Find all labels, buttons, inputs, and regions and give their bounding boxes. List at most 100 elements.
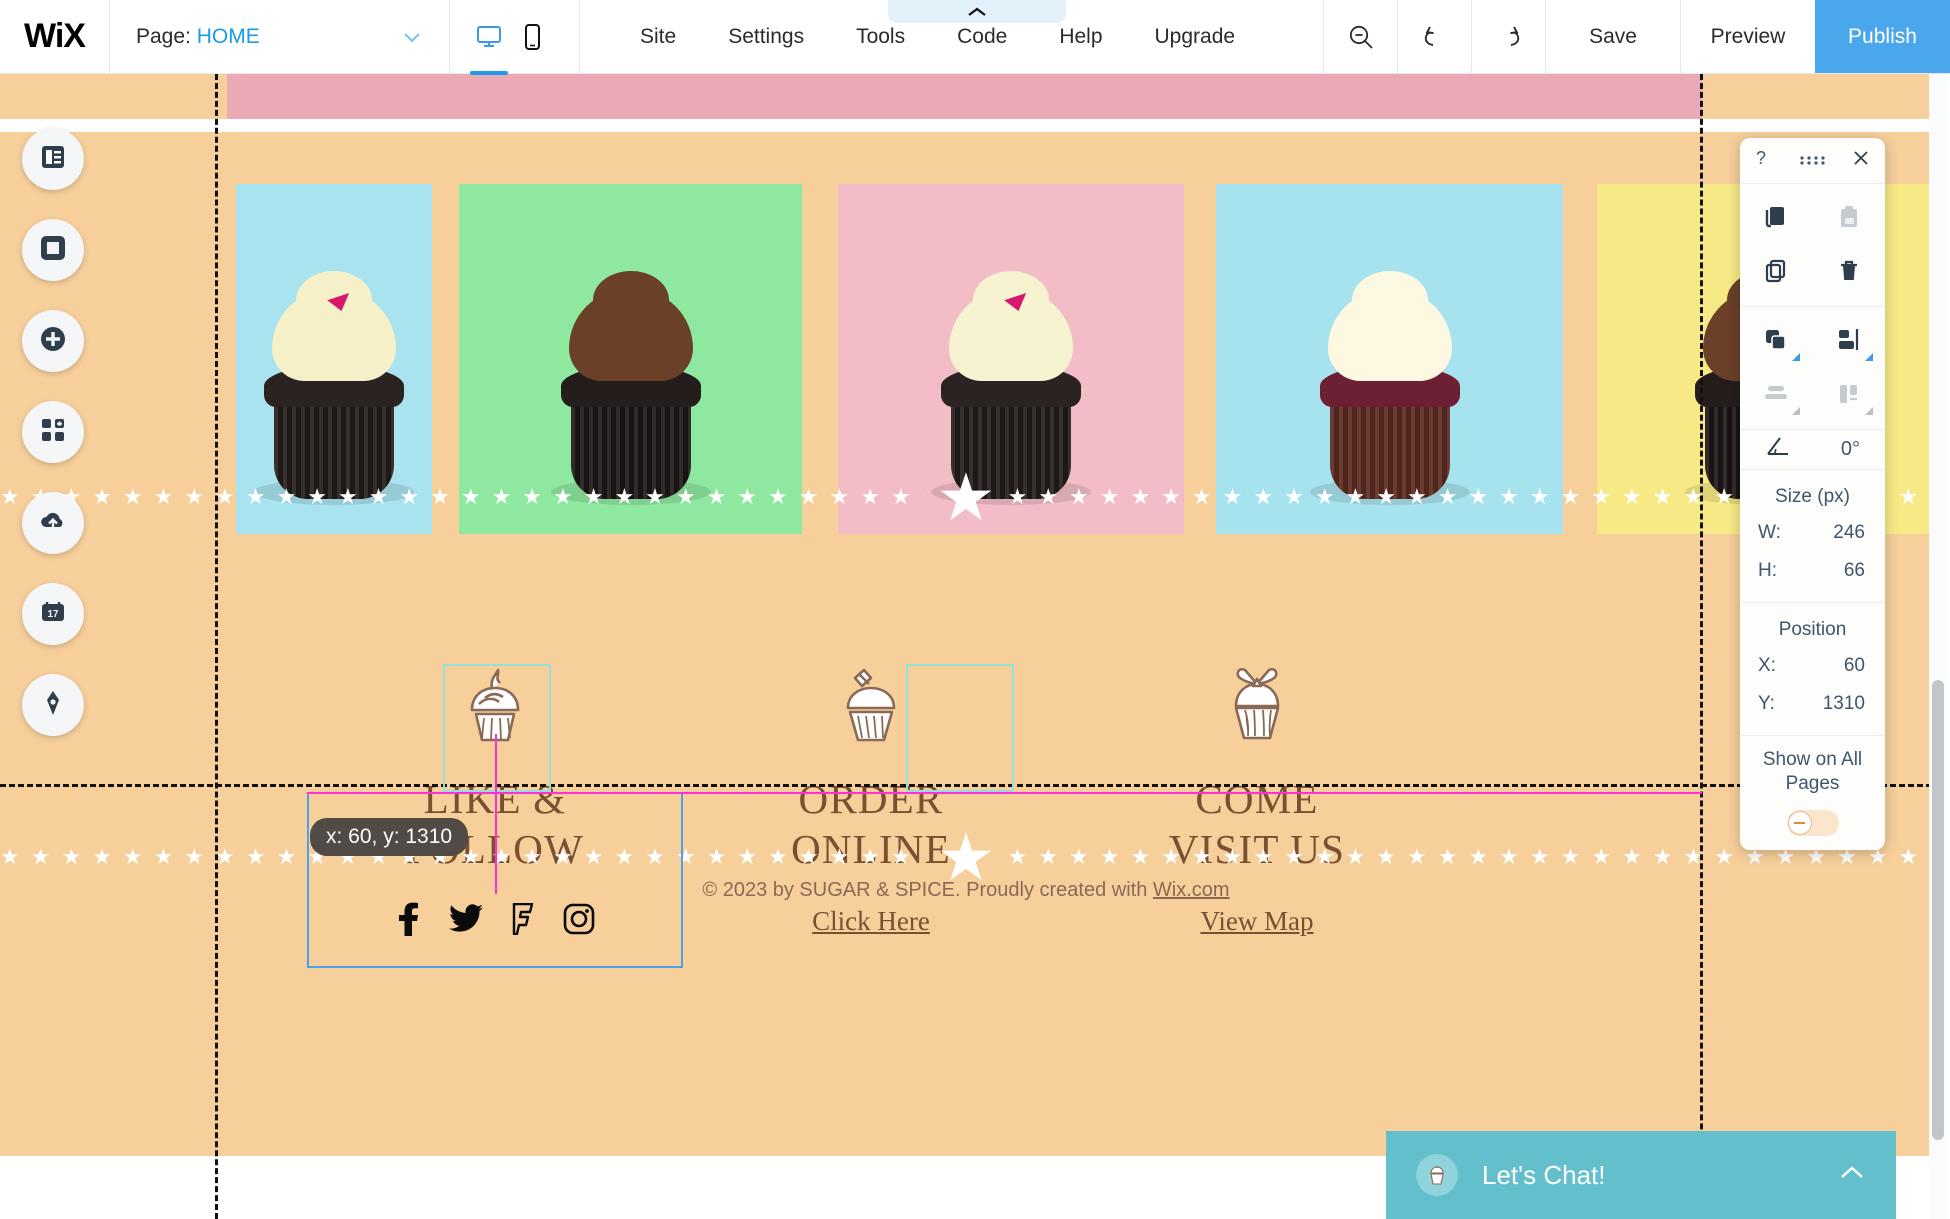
- chevron-down-icon[interactable]: [401, 26, 423, 48]
- cupcake-illustration: [1305, 271, 1475, 505]
- undo-icon[interactable]: [1397, 0, 1471, 73]
- snap-guide-vertical: [495, 734, 497, 894]
- top-menu-settings[interactable]: Settings: [702, 0, 830, 73]
- question-mark-icon[interactable]: ?: [1756, 148, 1772, 173]
- sidebar-item-add-apps[interactable]: [22, 401, 84, 463]
- cupcake-illustration: [546, 271, 716, 505]
- y-label: Y:: [1758, 693, 1775, 714]
- page-selector[interactable]: Page: HOME: [110, 0, 450, 73]
- footer-link-come-visit-us[interactable]: View Map: [1064, 906, 1450, 937]
- cloud-upload-icon: [38, 506, 68, 541]
- y-value[interactable]: 1310: [1823, 693, 1865, 715]
- save-button[interactable]: Save: [1545, 0, 1680, 73]
- sidebar-item-menus-and-pages[interactable]: [22, 128, 84, 190]
- footer-link-order-online[interactable]: Click Here: [678, 906, 1064, 937]
- selected-icon-outline[interactable]: [443, 664, 551, 792]
- drag-dots-icon[interactable]: [1799, 152, 1826, 170]
- viewport-switcher[interactable]: [450, 0, 580, 75]
- angle-icon[interactable]: [1765, 434, 1791, 465]
- guide-vertical-left: [215, 74, 218, 1219]
- star-divider-bottom-center-star: ★: [936, 820, 996, 894]
- panel-clipboard-section: [1740, 184, 1885, 307]
- distribute-expand-arrow: [1792, 407, 1801, 415]
- top-menu-upgrade[interactable]: Upgrade: [1129, 0, 1262, 73]
- panel-showall-section: Show on All Pages: [1740, 736, 1885, 836]
- close-icon[interactable]: [1853, 150, 1869, 171]
- canvas-scrollbar-thumb[interactable]: [1932, 680, 1944, 1140]
- drag-coordinates-tooltip: x: 60, y: 1310: [310, 818, 469, 856]
- sidebar-item-my-uploads[interactable]: [22, 492, 84, 554]
- redo-icon[interactable]: [1471, 0, 1545, 73]
- desktop-active-indicator: [470, 70, 508, 75]
- sidebar-item-blog[interactable]: [22, 674, 84, 736]
- cupcake-avatar-icon: [1416, 1154, 1458, 1196]
- x-label: X:: [1758, 655, 1776, 676]
- match-size-icon: [1832, 377, 1873, 415]
- layers-expand-arrow[interactable]: [1792, 353, 1801, 361]
- sidebar-item-add-elements[interactable]: [22, 310, 84, 372]
- calendar-17-icon: 17: [38, 597, 68, 632]
- snap-guide-horizontal: [307, 792, 1702, 794]
- star-divider-bottom: ★★★★★★★★★★★★★★★★★★★★★★★★★★★★★★ ★ ★★★★★★★★★…: [0, 820, 1932, 894]
- position-title: Position: [1778, 619, 1847, 640]
- sibling-icon-outline[interactable]: [906, 664, 1014, 792]
- panel-header: ?: [1740, 138, 1885, 184]
- mobile-icon[interactable]: [524, 23, 541, 50]
- width-field[interactable]: W: 246: [1740, 522, 1885, 544]
- top-menu-site[interactable]: Site: [614, 0, 702, 73]
- duplicate-icon[interactable]: [1759, 254, 1793, 288]
- zoom-out-icon[interactable]: [1323, 0, 1397, 73]
- pink-banner-strip: [227, 74, 1702, 119]
- star-divider-top-left-stars: ★★★★★★★★★★★★★★★★★★★★★★★★★★★★★★★★★★★★★★★★…: [0, 484, 924, 509]
- copyright-line: © 2023 by SUGAR & SPICE. Proudly created…: [0, 879, 1932, 902]
- chevron-up-icon[interactable]: [1838, 1164, 1866, 1187]
- layers-icon[interactable]: [1759, 323, 1801, 361]
- guide-vertical-right: [1700, 74, 1703, 1219]
- wix-logo[interactable]: WiX: [0, 0, 110, 73]
- plus-circle-icon: [38, 324, 68, 359]
- sidebar-item-bookings[interactable]: 17: [22, 583, 84, 645]
- show-on-all-pages-label: Show on All Pages: [1762, 749, 1863, 794]
- left-toolbar[interactable]: 17: [22, 128, 92, 765]
- editor-canvas[interactable]: ★★★★★★★★★★★★★★★★★★★★★★★★★★★★★★ ★ ★★★★★★★★★…: [0, 74, 1950, 1219]
- height-label: H:: [1758, 560, 1777, 581]
- copy-icon[interactable]: [1759, 200, 1793, 234]
- copyright-text: © 2023 by SUGAR & SPICE. Proudly created…: [702, 879, 1153, 901]
- top-bar-right: Save Preview Publish: [1323, 0, 1950, 73]
- wix-link[interactable]: Wix.com: [1153, 879, 1230, 901]
- chat-widget[interactable]: Let's Chat!: [1386, 1131, 1896, 1219]
- sidebar-item-background[interactable]: [22, 219, 84, 281]
- desktop-icon[interactable]: [470, 25, 508, 75]
- page-prefix: Page:: [136, 24, 191, 48]
- align-left-icon[interactable]: [1832, 323, 1873, 361]
- cupcake-bow-icon[interactable]: [1064, 654, 1450, 754]
- height-value[interactable]: 66: [1844, 560, 1865, 582]
- width-value[interactable]: 246: [1833, 522, 1865, 544]
- svg-text:?: ?: [1756, 148, 1766, 168]
- rotation-value[interactable]: 0°: [1841, 438, 1860, 461]
- publish-button[interactable]: Publish: [1815, 0, 1950, 73]
- size-title: Size (px): [1775, 486, 1850, 507]
- cupcake-illustration: [249, 271, 419, 505]
- align-expand-arrow[interactable]: [1864, 353, 1873, 361]
- paste-icon: [1832, 200, 1866, 234]
- trash-icon[interactable]: [1832, 254, 1866, 288]
- height-field[interactable]: H: 66: [1740, 560, 1885, 582]
- star-divider-top-center-star: ★: [936, 460, 996, 534]
- preview-button[interactable]: Preview: [1680, 0, 1815, 73]
- show-on-all-pages-toggle[interactable]: [1786, 809, 1839, 836]
- collapse-stage-tab[interactable]: [888, 0, 1066, 23]
- section-gap: [0, 119, 1932, 132]
- element-toolbar-panel[interactable]: ? 0° Size (px) W: 246 H: 66 Position X: …: [1740, 138, 1885, 850]
- page-name: HOME: [196, 24, 260, 48]
- page-selector-label: Page: HOME: [136, 25, 260, 49]
- y-field[interactable]: Y: 1310: [1740, 693, 1885, 715]
- pen-nib-icon: [38, 688, 68, 723]
- x-field[interactable]: X: 60: [1740, 655, 1885, 677]
- toggle-knob: [1787, 810, 1812, 835]
- match-expand-arrow: [1864, 407, 1873, 415]
- x-value[interactable]: 60: [1844, 655, 1865, 677]
- title-line-1: COME: [1195, 776, 1319, 822]
- pages-icon: [38, 142, 68, 177]
- panel-position-section: Position X: 60 Y: 1310: [1740, 603, 1885, 736]
